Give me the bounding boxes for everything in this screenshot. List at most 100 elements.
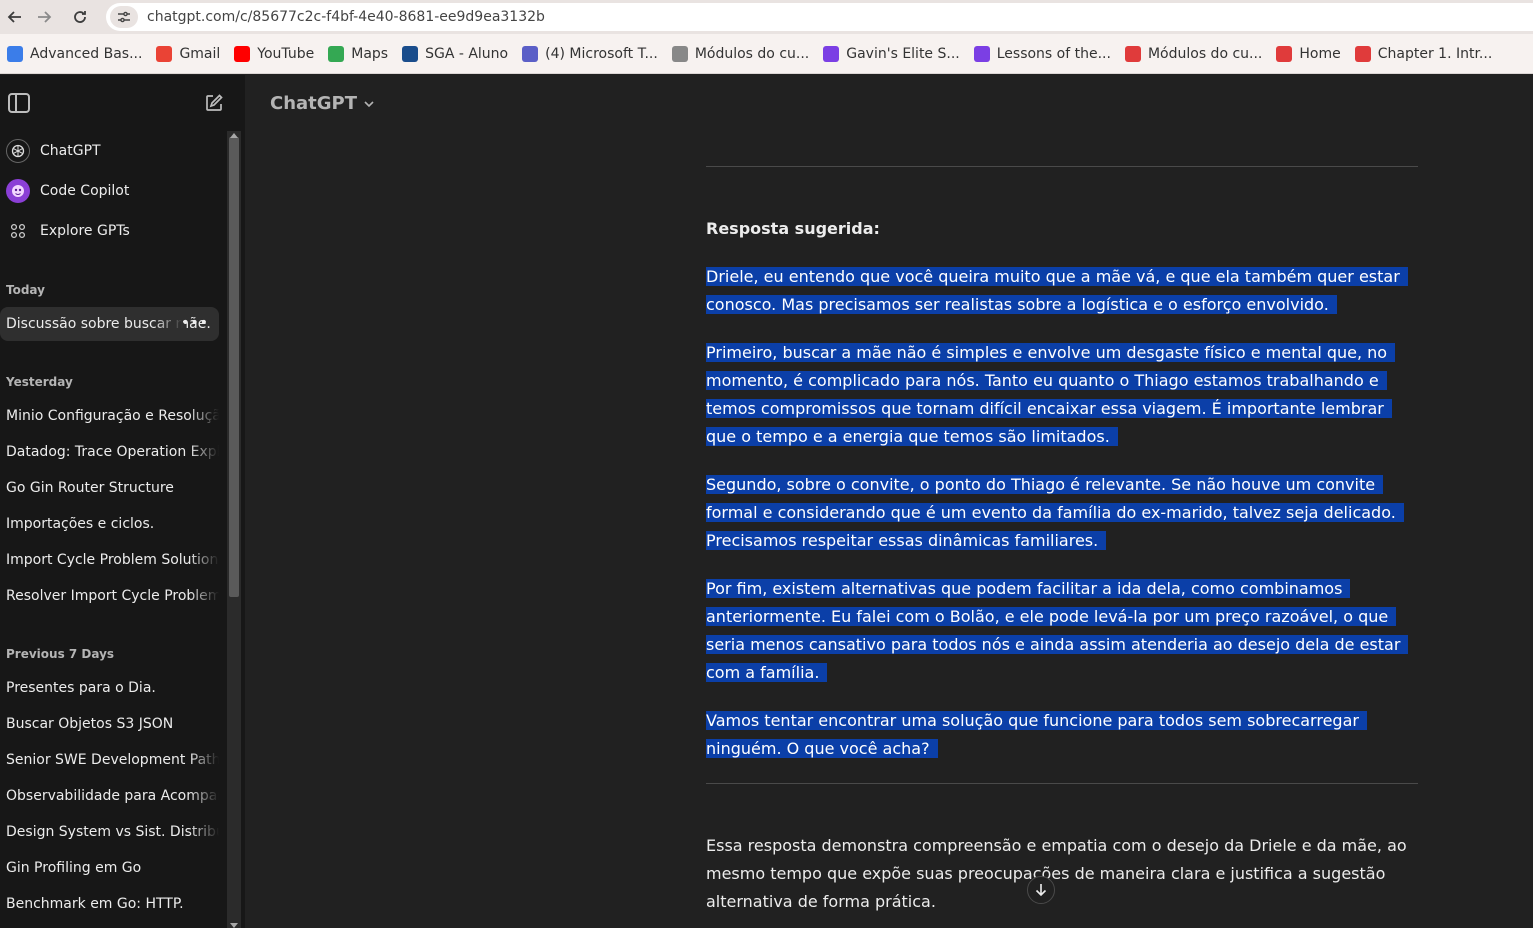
assistant-message: Resposta sugerida: Driele, eu entendo qu… bbox=[706, 215, 1418, 783]
scroll-up-icon[interactable] bbox=[230, 133, 238, 138]
selected-text: Vamos tentar encontrar uma solução que f… bbox=[706, 711, 1367, 758]
gpt-item-label: Code Copilot bbox=[40, 183, 130, 199]
bookmark-item[interactable]: Advanced Bas... bbox=[0, 40, 149, 68]
chat-history-item[interactable]: Importações e ciclos. bbox=[0, 507, 219, 541]
reload-button[interactable] bbox=[65, 2, 95, 32]
bookmark-item[interactable]: Gmail bbox=[149, 40, 227, 68]
closing-paragraph: Essa resposta demonstra compreensão e em… bbox=[706, 836, 1407, 911]
address-bar[interactable]: chatgpt.com/c/85677c2c-f4bf-4e40-8681-ee… bbox=[106, 3, 1533, 31]
bookmarks-bar: Advanced Bas... Gmail YouTube Maps SGA - Alu… bbox=[0, 34, 1533, 74]
selected-text: Primeiro, buscar a mãe não é simples e e… bbox=[706, 343, 1396, 446]
chat-history-item[interactable]: Go Gin Router Structure bbox=[0, 471, 219, 505]
chat-history-item[interactable]: Benchmark em Go: HTTP. bbox=[0, 887, 219, 921]
arrow-down-icon bbox=[1035, 884, 1047, 897]
browser-toolbar: chatgpt.com/c/85677c2c-f4bf-4e40-8681-ee… bbox=[0, 0, 1533, 34]
chat-item-label: Presentes para o Dia. bbox=[6, 680, 156, 696]
forward-arrow-icon bbox=[38, 11, 52, 23]
bookmark-label: Lessons of the... bbox=[996, 45, 1111, 62]
selected-text: Driele, eu entendo que você queira muito… bbox=[706, 267, 1408, 314]
chat-history-item[interactable]: Datadog: Trace Operation Explained bbox=[0, 435, 219, 469]
message-paragraph: Primeiro, buscar a mãe não é simples e e… bbox=[706, 339, 1418, 451]
grid-icon bbox=[6, 219, 30, 243]
bookmark-label: Gmail bbox=[179, 45, 221, 62]
chat-item-label: Observabilidade para Acompanhamento bbox=[6, 788, 219, 804]
bookmark-label: SGA - Aluno bbox=[425, 45, 509, 62]
gpt-item-chatgpt[interactable]: ChatGPT bbox=[6, 133, 221, 169]
chat-history-item[interactable]: Resolver Import Cycle Problem bbox=[0, 579, 219, 613]
main-chat-area: ChatGPT Resposta sugerida: Driele, eu en… bbox=[245, 75, 1533, 928]
section-yesterday: Yesterday bbox=[6, 375, 73, 389]
scroll-down-icon[interactable] bbox=[230, 923, 238, 928]
bookmark-item[interactable]: Módulos do cu... bbox=[1118, 40, 1269, 68]
bookmark-label: Maps bbox=[351, 45, 389, 62]
bookmark-item[interactable]: Home bbox=[1269, 40, 1347, 68]
chat-item-label: Benchmark em Go: HTTP. bbox=[6, 896, 184, 912]
model-name: ChatGPT bbox=[270, 93, 358, 114]
chat-item-label: Resolver Import Cycle Problem bbox=[6, 588, 219, 604]
forward-button[interactable] bbox=[29, 2, 59, 32]
bookmark-favicon-icon bbox=[1354, 45, 1371, 62]
code-copilot-avatar-icon bbox=[6, 179, 30, 203]
bookmark-favicon-icon bbox=[671, 45, 688, 62]
sidebar: ChatGPT Code Copilot Explore GPTs Today … bbox=[0, 75, 245, 928]
bookmark-favicon-icon bbox=[402, 45, 419, 62]
message-paragraph: Por fim, existem alternativas que podem … bbox=[706, 575, 1418, 687]
chat-item-label: Importações e ciclos. bbox=[6, 516, 155, 532]
back-button[interactable] bbox=[0, 2, 30, 32]
more-options-icon[interactable]: ••• bbox=[181, 315, 209, 331]
bookmark-label: Módulos do cu... bbox=[1147, 45, 1263, 62]
sidebar-header bbox=[0, 75, 245, 131]
chat-item-label: Design System vs Sist. Distribuídos bbox=[6, 824, 219, 840]
model-selector[interactable]: ChatGPT bbox=[270, 93, 375, 114]
chat-item-label: Go Gin Router Structure bbox=[6, 480, 174, 496]
explore-gpts-item[interactable]: Explore GPTs bbox=[6, 213, 221, 249]
response-heading: Resposta sugerida: bbox=[706, 219, 880, 238]
new-chat-icon[interactable] bbox=[204, 93, 224, 113]
bookmark-favicon-icon bbox=[1276, 45, 1293, 62]
site-info-button[interactable] bbox=[110, 6, 138, 28]
bookmark-item[interactable]: (4) Microsoft T... bbox=[515, 40, 665, 68]
bookmark-label: (4) Microsoft T... bbox=[545, 45, 658, 62]
message-paragraph: Vamos tentar encontrar uma solução que f… bbox=[706, 707, 1418, 763]
chat-history-item[interactable]: Observabilidade para Acompanhamento bbox=[0, 779, 219, 813]
tune-icon bbox=[118, 11, 130, 23]
chat-history-item[interactable]: Senior SWE Development Path bbox=[0, 743, 219, 777]
sidebar-scrollbar-thumb[interactable] bbox=[229, 137, 239, 597]
divider bbox=[706, 783, 1418, 784]
bookmark-favicon-icon bbox=[156, 45, 173, 62]
bookmark-item[interactable]: Módulos do cu... bbox=[665, 40, 816, 68]
reload-icon bbox=[74, 11, 86, 23]
chat-history-item[interactable]: Minio Configuração e Resolução bbox=[0, 399, 219, 433]
bookmark-item[interactable]: YouTube bbox=[227, 40, 321, 68]
selected-text: Segundo, sobre o convite, o ponto do Thi… bbox=[706, 475, 1404, 550]
bookmark-label: Gavin's Elite S... bbox=[846, 45, 960, 62]
chat-item-active[interactable]: Discussão sobre buscar mãe. ••• bbox=[0, 307, 219, 341]
chevron-down-icon bbox=[364, 100, 374, 107]
chat-history-item[interactable]: Import Cycle Problem Solution bbox=[0, 543, 219, 577]
bookmark-item[interactable]: Lessons of the... bbox=[967, 40, 1118, 68]
bookmark-item[interactable]: Chapter 1. Intr... bbox=[1348, 40, 1500, 68]
selected-text: Por fim, existem alternativas que podem … bbox=[706, 579, 1409, 682]
bookmark-favicon-icon bbox=[522, 45, 539, 62]
gpt-item-code-copilot[interactable]: Code Copilot bbox=[6, 173, 221, 209]
chat-history-item[interactable]: Design System vs Sist. Distribuídos bbox=[0, 815, 219, 849]
bookmark-label: Advanced Bas... bbox=[30, 45, 143, 62]
chat-history-item[interactable]: Buscar Objetos S3 JSON bbox=[0, 707, 219, 741]
chat-item-label: Gin Profiling em Go bbox=[6, 860, 142, 876]
divider bbox=[706, 166, 1418, 167]
scroll-to-bottom-button[interactable] bbox=[1027, 876, 1055, 904]
bookmark-item[interactable]: Maps bbox=[321, 40, 395, 68]
sidebar-toggle-icon[interactable] bbox=[8, 93, 30, 113]
message-paragraph: Segundo, sobre o convite, o ponto do Thi… bbox=[706, 471, 1418, 555]
chat-item-label: Buscar Objetos S3 JSON bbox=[6, 716, 174, 732]
chat-history-item[interactable]: Gin Profiling em Go bbox=[0, 851, 219, 885]
bookmark-label: Home bbox=[1299, 45, 1341, 62]
section-previous-7-days: Previous 7 Days bbox=[6, 647, 115, 661]
bookmark-favicon-icon bbox=[234, 45, 251, 62]
bookmark-item[interactable]: Gavin's Elite S... bbox=[816, 40, 966, 68]
chat-item-label: Senior SWE Development Path bbox=[6, 752, 219, 768]
gpt-item-label: ChatGPT bbox=[40, 143, 101, 159]
bookmark-favicon-icon bbox=[328, 45, 345, 62]
bookmark-item[interactable]: SGA - Aluno bbox=[395, 40, 515, 68]
chat-history-item[interactable]: Presentes para o Dia. bbox=[0, 671, 219, 705]
